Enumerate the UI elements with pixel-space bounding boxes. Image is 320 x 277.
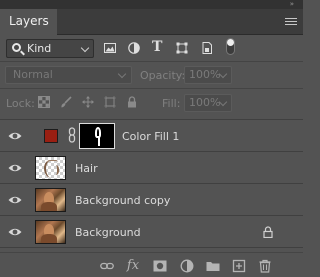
new-layer-icon[interactable]	[232, 259, 246, 273]
adjustment-filter-icon[interactable]	[128, 42, 140, 54]
fx-icon[interactable]: fx	[126, 259, 140, 273]
lock-image-pixels-icon[interactable]	[60, 96, 72, 108]
chain-link-icon[interactable]	[67, 127, 77, 143]
filter-kind-select[interactable]: Kind	[6, 39, 94, 58]
chevron-down-icon	[80, 43, 90, 53]
image-filter-icon[interactable]	[104, 42, 116, 54]
fill-color-thumbnail[interactable]	[44, 129, 58, 143]
search-icon	[12, 43, 21, 52]
layer-name[interactable]: Hair	[75, 162, 98, 175]
fill-label: Fill:	[162, 97, 181, 110]
chevron-down-icon	[117, 69, 127, 79]
opacity-field[interactable]: 100%	[184, 66, 232, 84]
opacity-label: Opacity:	[140, 69, 186, 82]
trash-icon[interactable]	[258, 259, 272, 273]
add-mask-icon[interactable]	[153, 259, 167, 273]
visibility-eye-icon[interactable]	[8, 161, 22, 175]
divider	[0, 61, 303, 62]
link-layers-icon[interactable]	[100, 259, 114, 273]
layer-thumbnail[interactable]	[35, 220, 66, 244]
layers-footer-toolbar: fx	[0, 252, 303, 277]
shape-filter-icon[interactable]	[176, 42, 188, 54]
visibility-eye-icon[interactable]	[8, 225, 22, 239]
prevent-auto-nesting-icon[interactable]	[104, 96, 116, 108]
layer-thumbnail[interactable]	[35, 188, 66, 212]
lock-transparent-pixels-icon[interactable]	[38, 96, 50, 108]
lock-position-icon[interactable]	[82, 96, 94, 108]
panel-top-strip: »	[0, 0, 303, 9]
layer-name[interactable]: Color Fill 1	[122, 130, 179, 143]
layer-background-copy[interactable]: Background copy	[0, 184, 303, 216]
tab-layers[interactable]: Layers	[0, 9, 57, 35]
lock-label: Lock:	[6, 97, 35, 110]
fill-field[interactable]: 100%	[184, 94, 232, 112]
blend-mode-select[interactable]: Normal	[5, 66, 132, 84]
filter-toggle-switch[interactable]	[226, 38, 235, 55]
layer-hair[interactable]: Hair	[0, 152, 303, 184]
visibility-eye-icon[interactable]	[8, 193, 22, 207]
layer-thumbnail[interactable]	[35, 156, 66, 180]
type-filter-icon[interactable]: T	[152, 39, 164, 55]
blend-row: Normal Opacity: 100%	[0, 63, 303, 87]
folder-icon[interactable]	[206, 259, 220, 273]
layer-color-fill-1[interactable]: Color Fill 1	[0, 120, 303, 152]
filter-row: Kind T	[0, 36, 303, 60]
layer-background[interactable]: Background	[0, 216, 303, 248]
collapse-panel-button[interactable]: »	[290, 0, 294, 8]
lock-icon	[263, 226, 273, 238]
blend-mode-value: Normal	[13, 68, 53, 81]
smart-object-filter-icon[interactable]	[201, 42, 213, 54]
filter-kind-label: Kind	[27, 42, 52, 55]
fill-value: 100%	[189, 96, 221, 109]
lock-all-icon[interactable]	[126, 96, 138, 108]
layer-mask-thumbnail[interactable]	[79, 123, 115, 149]
lock-row: Lock: Fill: 100%	[0, 91, 303, 115]
layers-list: Color Fill 1 Hair Background copy Backgr…	[0, 119, 303, 250]
panel-tab-bar: Layers	[0, 9, 303, 35]
panel-menu-icon[interactable]	[285, 18, 297, 27]
adjustment-layer-icon[interactable]	[180, 259, 194, 273]
layer-name[interactable]: Background copy	[75, 194, 170, 207]
divider	[0, 88, 303, 89]
visibility-eye-icon[interactable]	[8, 129, 22, 143]
opacity-value: 100%	[189, 68, 221, 81]
layer-name[interactable]: Background	[75, 226, 141, 239]
